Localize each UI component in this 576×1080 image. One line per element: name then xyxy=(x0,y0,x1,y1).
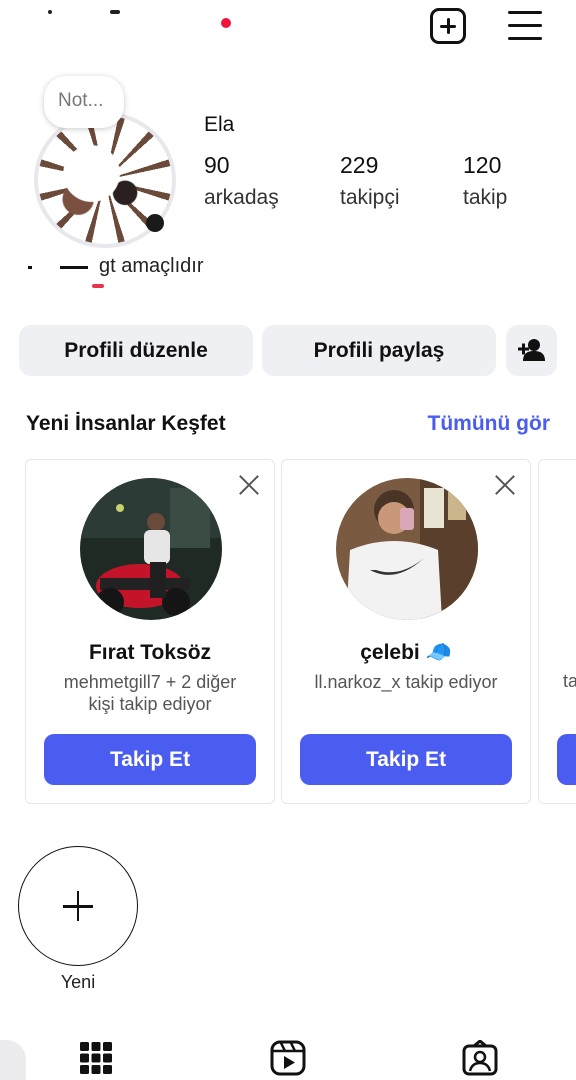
suggestion-card: çelebi 🧢 ll.narkoz_x takip ediyor Takip … xyxy=(281,459,531,804)
suggestion-context-line: ta xyxy=(563,671,576,691)
stat-label: arkadaş xyxy=(204,186,279,209)
discover-people-button[interactable] xyxy=(506,325,557,376)
stat-following[interactable]: 120 takip xyxy=(463,152,507,210)
create-post-icon[interactable] xyxy=(430,8,466,44)
suggestion-avatar[interactable] xyxy=(80,478,222,620)
reels-icon[interactable] xyxy=(270,1040,306,1076)
stat-label: takip xyxy=(463,186,508,209)
follow-button[interactable]: Takip Et xyxy=(44,734,256,785)
suggestion-card-partial: ta xyxy=(538,459,576,804)
notification-dot xyxy=(221,18,231,28)
share-profile-button[interactable]: Profili paylaş xyxy=(262,325,496,376)
suggestion-card: Fırat Toksöz mehmetgill7 + 2 diğer kişi … xyxy=(25,459,275,804)
stat-friends[interactable]: 90 arkadaş xyxy=(204,152,279,210)
stat-value: 120 xyxy=(463,152,502,178)
new-highlight-button[interactable] xyxy=(18,846,138,966)
avatar-decoration xyxy=(146,214,164,232)
suggestion-name[interactable]: çelebi 🧢 xyxy=(282,641,530,665)
bio-redacted xyxy=(26,262,90,274)
suggestion-context-line: kişi takip ediyor xyxy=(88,694,212,714)
note-bubble[interactable]: Not... xyxy=(44,76,124,128)
close-icon[interactable] xyxy=(494,474,516,496)
top-bar xyxy=(0,0,576,56)
profile-bio: gt amaçlıdır xyxy=(99,255,204,277)
suggestion-context: ll.narkoz_x takip ediyor xyxy=(282,671,530,693)
stat-value: 229 xyxy=(340,152,379,178)
suggestion-context: mehmetgill7 + 2 diğer kişi takip ediyor xyxy=(26,671,274,715)
new-highlight-label: Yeni xyxy=(60,972,96,992)
close-icon[interactable] xyxy=(238,474,260,496)
suggestion-context-line: mehmetgill7 + 2 diğer xyxy=(63,672,237,692)
profile-name: Ela xyxy=(204,113,235,136)
follow-button[interactable] xyxy=(557,734,576,785)
suggestion-context-line: ll.narkoz_x takip ediyor xyxy=(314,672,498,692)
stat-label: takipçi xyxy=(340,186,400,209)
follow-button[interactable]: Takip Et xyxy=(300,734,512,785)
stat-followers[interactable]: 229 takipçi xyxy=(340,152,400,210)
hamburger-menu-icon[interactable] xyxy=(508,11,542,41)
side-edge xyxy=(0,1040,26,1080)
tagged-person-icon[interactable] xyxy=(462,1039,498,1076)
edit-profile-button[interactable]: Profili düzenle xyxy=(19,325,253,376)
stat-value: 90 xyxy=(204,152,230,178)
username-redacted xyxy=(44,10,124,18)
suggestion-name[interactable]: Fırat Toksöz xyxy=(26,641,274,665)
grid-icon[interactable] xyxy=(78,1040,114,1076)
suggestion-avatar[interactable] xyxy=(336,478,478,620)
bio-redacted-mark xyxy=(92,284,104,288)
add-person-icon xyxy=(518,339,545,361)
discover-title: Yeni İnsanlar Keşfet xyxy=(26,412,226,435)
see-all-link[interactable]: Tümünü gör xyxy=(428,412,550,436)
